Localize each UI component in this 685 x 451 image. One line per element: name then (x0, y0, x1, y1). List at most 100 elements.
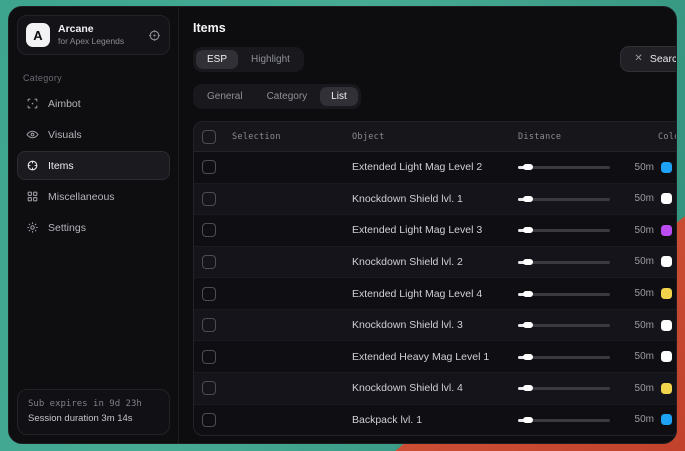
sidebar-nav: Aimbot Visuals Items Miscellaneous Settings (9, 85, 178, 246)
column-header-distance: Distance (518, 132, 616, 142)
tab-general[interactable]: General (196, 87, 254, 106)
cheat-menu-window: A Arcane for Apex Legends Category Aimbo… (8, 6, 677, 444)
table-header-row: Selection Object Distance Color (194, 122, 677, 152)
color-swatch[interactable] (661, 383, 672, 394)
select-all-checkbox[interactable] (202, 130, 216, 144)
subscription-card: Sub expires in 9d 23h Session duration 3… (17, 389, 170, 435)
target-icon (26, 159, 39, 172)
row-checkbox[interactable] (202, 287, 216, 301)
crosshair-icon (26, 97, 39, 110)
sidebar-item-items[interactable]: Items (17, 151, 170, 180)
distance-slider[interactable] (518, 224, 610, 236)
object-name: Extended Light Mag Level 4 (352, 288, 518, 300)
search-button-label: Search (650, 53, 677, 65)
sidebar-item-miscellaneous[interactable]: Miscellaneous (17, 182, 170, 211)
distance-value: 50m (616, 351, 658, 362)
object-name: Backpack lvl. 1 (352, 414, 518, 426)
page-title: Items (193, 21, 677, 35)
sidebar-item-visuals[interactable]: Visuals (17, 120, 170, 149)
row-checkbox[interactable] (202, 255, 216, 269)
session-duration-text: Session duration 3m 14s (28, 412, 159, 426)
row-checkbox[interactable] (202, 318, 216, 332)
table-row: Knockdown Shield lvl. 4 50m (194, 373, 677, 405)
tab-list[interactable]: List (320, 87, 358, 106)
object-name: Knockdown Shield lvl. 3 (352, 319, 518, 331)
row-checkbox[interactable] (202, 192, 216, 206)
table-row: Knockdown Shield lvl. 1 50m (194, 184, 677, 216)
sidebar-item-label: Items (48, 160, 74, 172)
row-checkbox[interactable] (202, 413, 216, 427)
row-checkbox[interactable] (202, 160, 216, 174)
table-body: Extended Light Mag Level 250mKnockdown S… (194, 152, 677, 435)
sidebar-item-label: Settings (48, 222, 86, 234)
mode-chip-esp[interactable]: ESP (196, 50, 238, 69)
row-checkbox[interactable] (202, 223, 216, 237)
distance-value: 50m (616, 256, 658, 267)
app-title: Arcane (58, 23, 140, 36)
distance-value: 50m (616, 162, 658, 173)
table-row: Extended Heavy Mag Level 1 50m (194, 341, 677, 373)
object-name: Extended Light Mag Level 2 (352, 161, 518, 173)
mode-toggle: ESPHighlight (193, 47, 304, 72)
view-tabs: GeneralCategoryList (193, 84, 361, 109)
search-button[interactable]: ✕ Search (620, 46, 677, 72)
distance-slider[interactable] (518, 351, 610, 363)
x-icon: ✕ (634, 54, 642, 64)
grid-icon (26, 190, 39, 203)
distance-value: 50m (616, 193, 658, 204)
sub-expiry-text: Sub expires in 9d 23h (28, 398, 159, 412)
items-table: Selection Object Distance Color Extended… (193, 121, 677, 436)
color-swatch[interactable] (661, 162, 672, 173)
table-row: Extended Light Mag Level 3 50m (194, 215, 677, 247)
distance-value: 50m (616, 383, 658, 394)
color-swatch[interactable] (661, 288, 672, 299)
distance-slider[interactable] (518, 161, 610, 173)
distance-slider[interactable] (518, 382, 610, 394)
category-label: Category (23, 73, 178, 83)
table-row: Extended Light Mag Level 2 50m (194, 152, 677, 184)
column-header-object: Object (352, 132, 518, 142)
distance-value: 50m (616, 414, 658, 425)
distance-value: 50m (616, 288, 658, 299)
sidebar-item-label: Miscellaneous (48, 191, 115, 203)
table-row: Extended Light Mag Level 4 50m (194, 278, 677, 310)
color-swatch[interactable] (661, 225, 672, 236)
mode-chip-highlight[interactable]: Highlight (240, 50, 301, 69)
row-checkbox[interactable] (202, 381, 216, 395)
table-row: Knockdown Shield lvl. 3 50m (194, 310, 677, 342)
scope-icon[interactable] (148, 29, 161, 42)
color-swatch[interactable] (661, 351, 672, 362)
column-header-color: Color (658, 132, 677, 142)
tab-category[interactable]: Category (256, 87, 319, 106)
distance-slider[interactable] (518, 256, 610, 268)
app-subtitle: for Apex Legends (58, 36, 140, 47)
color-swatch[interactable] (661, 320, 672, 331)
gear-icon (26, 221, 39, 234)
object-name: Knockdown Shield lvl. 1 (352, 193, 518, 205)
object-name: Knockdown Shield lvl. 2 (352, 256, 518, 268)
row-checkbox[interactable] (202, 350, 216, 364)
column-header-selection: Selection (232, 132, 352, 142)
sidebar-item-aimbot[interactable]: Aimbot (17, 89, 170, 118)
distance-slider[interactable] (518, 288, 610, 300)
object-name: Extended Light Mag Level 3 (352, 224, 518, 236)
object-name: Knockdown Shield lvl. 4 (352, 382, 518, 394)
color-swatch[interactable] (661, 193, 672, 204)
app-logo: A (26, 23, 50, 47)
sidebar-item-label: Visuals (48, 129, 82, 141)
distance-slider[interactable] (518, 193, 610, 205)
sidebar-item-label: Aimbot (48, 98, 81, 110)
object-name: Extended Heavy Mag Level 1 (352, 351, 518, 363)
sidebar-item-settings[interactable]: Settings (17, 213, 170, 242)
color-swatch[interactable] (661, 414, 672, 425)
distance-slider[interactable] (518, 414, 610, 426)
eye-icon (26, 128, 39, 141)
sidebar: A Arcane for Apex Legends Category Aimbo… (9, 7, 179, 443)
table-row: Knockdown Shield lvl. 2 50m (194, 247, 677, 279)
distance-value: 50m (616, 320, 658, 331)
main-panel: Items ESPHighlight ✕ Search GeneralCateg… (179, 7, 677, 443)
color-swatch[interactable] (661, 256, 672, 267)
table-row: Backpack lvl. 1 50m (194, 405, 677, 436)
distance-slider[interactable] (518, 319, 610, 331)
distance-value: 50m (616, 225, 658, 236)
